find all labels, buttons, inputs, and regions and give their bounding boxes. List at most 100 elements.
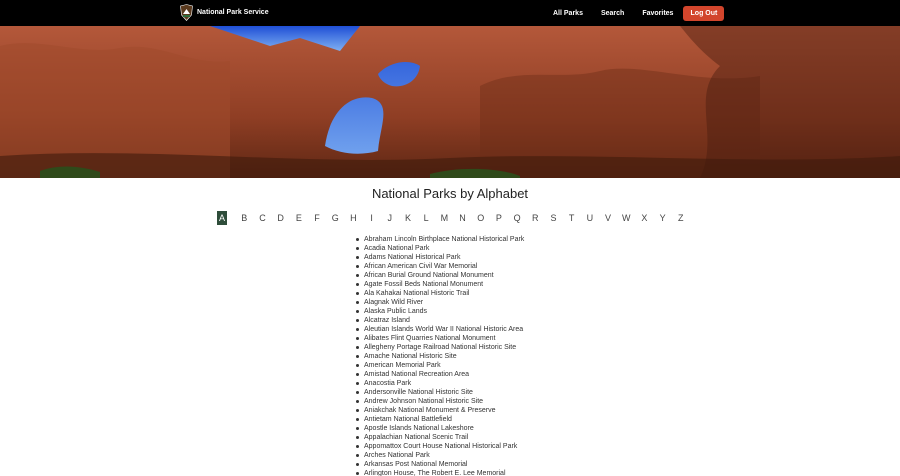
bullet-icon (356, 454, 359, 457)
park-list-item[interactable]: Appalachian National Scenic Trail (356, 433, 524, 442)
bullet-icon (356, 391, 359, 394)
park-name: Ala Kahakai National Historic Trail (364, 290, 470, 297)
park-name: Andrew Johnson National Historic Site (364, 398, 484, 405)
bullet-icon (356, 346, 359, 349)
alphabet-letter-t[interactable]: T (563, 211, 581, 225)
bullet-icon (356, 382, 359, 385)
bullet-icon (356, 328, 359, 331)
park-list-item[interactable]: African Burial Ground National Monument (356, 271, 524, 280)
logout-button[interactable]: Log Out (683, 5, 725, 21)
park-list-item[interactable]: Alibates Flint Quarries National Monumen… (356, 334, 524, 343)
park-list-item[interactable]: Andrew Johnson National Historic Site (356, 397, 524, 406)
alphabet-letter-l[interactable]: L (417, 211, 435, 225)
park-name: Allegheny Portage Railroad National Hist… (364, 344, 517, 351)
bullet-icon (356, 427, 359, 430)
alphabet-letter-h[interactable]: H (344, 211, 362, 225)
nav-search-link[interactable]: Search (601, 10, 624, 17)
alphabet-letter-o[interactable]: O (472, 211, 490, 225)
park-name: Antietam National Battlefield (364, 416, 452, 423)
bullet-icon (356, 364, 359, 367)
park-list-item[interactable]: Allegheny Portage Railroad National Hist… (356, 343, 524, 352)
park-name: Alcatraz Island (364, 317, 410, 324)
alphabet-letter-n[interactable]: N (453, 211, 471, 225)
park-name: Appalachian National Scenic Trail (364, 434, 469, 441)
bullet-icon (356, 355, 359, 358)
park-list-item[interactable]: African American Civil War Memorial (356, 262, 524, 271)
park-list: Abraham Lincoln Birthplace National Hist… (356, 235, 524, 476)
nav-favorites-link[interactable]: Favorites (642, 10, 673, 17)
bullet-icon (356, 256, 359, 259)
park-name: Alibates Flint Quarries National Monumen… (364, 335, 496, 342)
alphabet-letter-x[interactable]: X (635, 211, 653, 225)
brand[interactable]: National Park Service (180, 4, 269, 21)
bullet-icon (356, 265, 359, 268)
nav-links: All Parks Search Favorites Log Out (553, 0, 725, 26)
park-list-item[interactable]: Apostle Islands National Lakeshore (356, 424, 524, 433)
alphabet-letter-y[interactable]: Y (654, 211, 672, 225)
park-list-item[interactable]: Acadia National Park (356, 244, 524, 253)
park-list-item[interactable]: Aleutian Islands World War II National H… (356, 325, 524, 334)
bullet-icon (356, 292, 359, 295)
alphabet-letter-e[interactable]: E (290, 211, 308, 225)
park-name: Aniakchak National Monument & Preserve (364, 407, 496, 414)
alphabet-letter-u[interactable]: U (581, 211, 599, 225)
park-list-item[interactable]: Aniakchak National Monument & Preserve (356, 406, 524, 415)
park-list-item[interactable]: Amistad National Recreation Area (356, 370, 524, 379)
alphabet-letter-b[interactable]: B (235, 211, 253, 225)
park-list-item[interactable]: Alaska Public Lands (356, 307, 524, 316)
alphabet-letter-v[interactable]: V (599, 211, 617, 225)
alphabet-letter-s[interactable]: S (544, 211, 562, 225)
bullet-icon (356, 472, 359, 475)
alphabet-letter-d[interactable]: D (272, 211, 290, 225)
park-list-item[interactable]: Anacostia Park (356, 379, 524, 388)
bullet-icon (356, 238, 359, 241)
alphabet-letter-a[interactable]: A (217, 211, 227, 225)
alphabet-filter: ABCDEFGHIJKLMNOPQRSTUVWXYZ (217, 211, 690, 225)
alphabet-letter-z[interactable]: Z (672, 211, 690, 225)
alphabet-letter-k[interactable]: K (399, 211, 417, 225)
alphabet-letter-w[interactable]: W (617, 211, 635, 225)
park-name: Andersonville National Historic Site (364, 389, 473, 396)
bullet-icon (356, 247, 359, 250)
park-name: Appomattox Court House National Historic… (364, 443, 518, 450)
park-list-item[interactable]: Arkansas Post National Memorial (356, 460, 524, 469)
park-list-item[interactable]: Antietam National Battlefield (356, 415, 524, 424)
alphabet-letter-j[interactable]: J (381, 211, 399, 225)
park-list-item[interactable]: Arlington House, The Robert E. Lee Memor… (356, 469, 524, 476)
park-name: Arkansas Post National Memorial (364, 461, 468, 468)
alphabet-letter-g[interactable]: G (326, 211, 344, 225)
bullet-icon (356, 400, 359, 403)
page-title: National Parks by Alphabet (371, 186, 529, 201)
alphabet-letter-m[interactable]: M (435, 211, 453, 225)
park-list-item[interactable]: Appomattox Court House National Historic… (356, 442, 524, 451)
alphabet-letter-i[interactable]: I (363, 211, 381, 225)
park-list-item[interactable]: Arches National Park (356, 451, 524, 460)
park-name: Arlington House, The Robert E. Lee Memor… (364, 470, 506, 476)
park-name: Arches National Park (364, 452, 430, 459)
park-list-item[interactable]: Andersonville National Historic Site (356, 388, 524, 397)
park-name: African American Civil War Memorial (364, 263, 478, 270)
park-list-item[interactable]: Adams National Historical Park (356, 253, 524, 262)
park-list-item[interactable]: Ala Kahakai National Historic Trail (356, 289, 524, 298)
alphabet-letter-p[interactable]: P (490, 211, 508, 225)
bullet-icon (356, 445, 359, 448)
nps-arrowhead-logo-icon (180, 4, 193, 21)
nav-all-parks-link[interactable]: All Parks (553, 10, 583, 17)
bullet-icon (356, 301, 359, 304)
park-list-item[interactable]: Abraham Lincoln Birthplace National Hist… (356, 235, 524, 244)
park-list-item[interactable]: Agate Fossil Beds National Monument (356, 280, 524, 289)
bullet-icon (356, 283, 359, 286)
hero-arch-illustration (0, 26, 900, 178)
alphabet-letter-r[interactable]: R (526, 211, 544, 225)
alphabet-letter-c[interactable]: C (253, 211, 271, 225)
alphabet-letter-f[interactable]: F (308, 211, 326, 225)
park-name: Aleutian Islands World War II National H… (364, 326, 524, 333)
park-list-item[interactable]: Alcatraz Island (356, 316, 524, 325)
park-list-item[interactable]: Amache National Historic Site (356, 352, 524, 361)
park-list-item[interactable]: American Memorial Park (356, 361, 524, 370)
top-navbar: National Park Service All Parks Search F… (0, 0, 900, 26)
bullet-icon (356, 436, 359, 439)
alphabet-letter-q[interactable]: Q (508, 211, 526, 225)
park-name: Amistad National Recreation Area (364, 371, 470, 378)
park-list-item[interactable]: Alagnak Wild River (356, 298, 524, 307)
